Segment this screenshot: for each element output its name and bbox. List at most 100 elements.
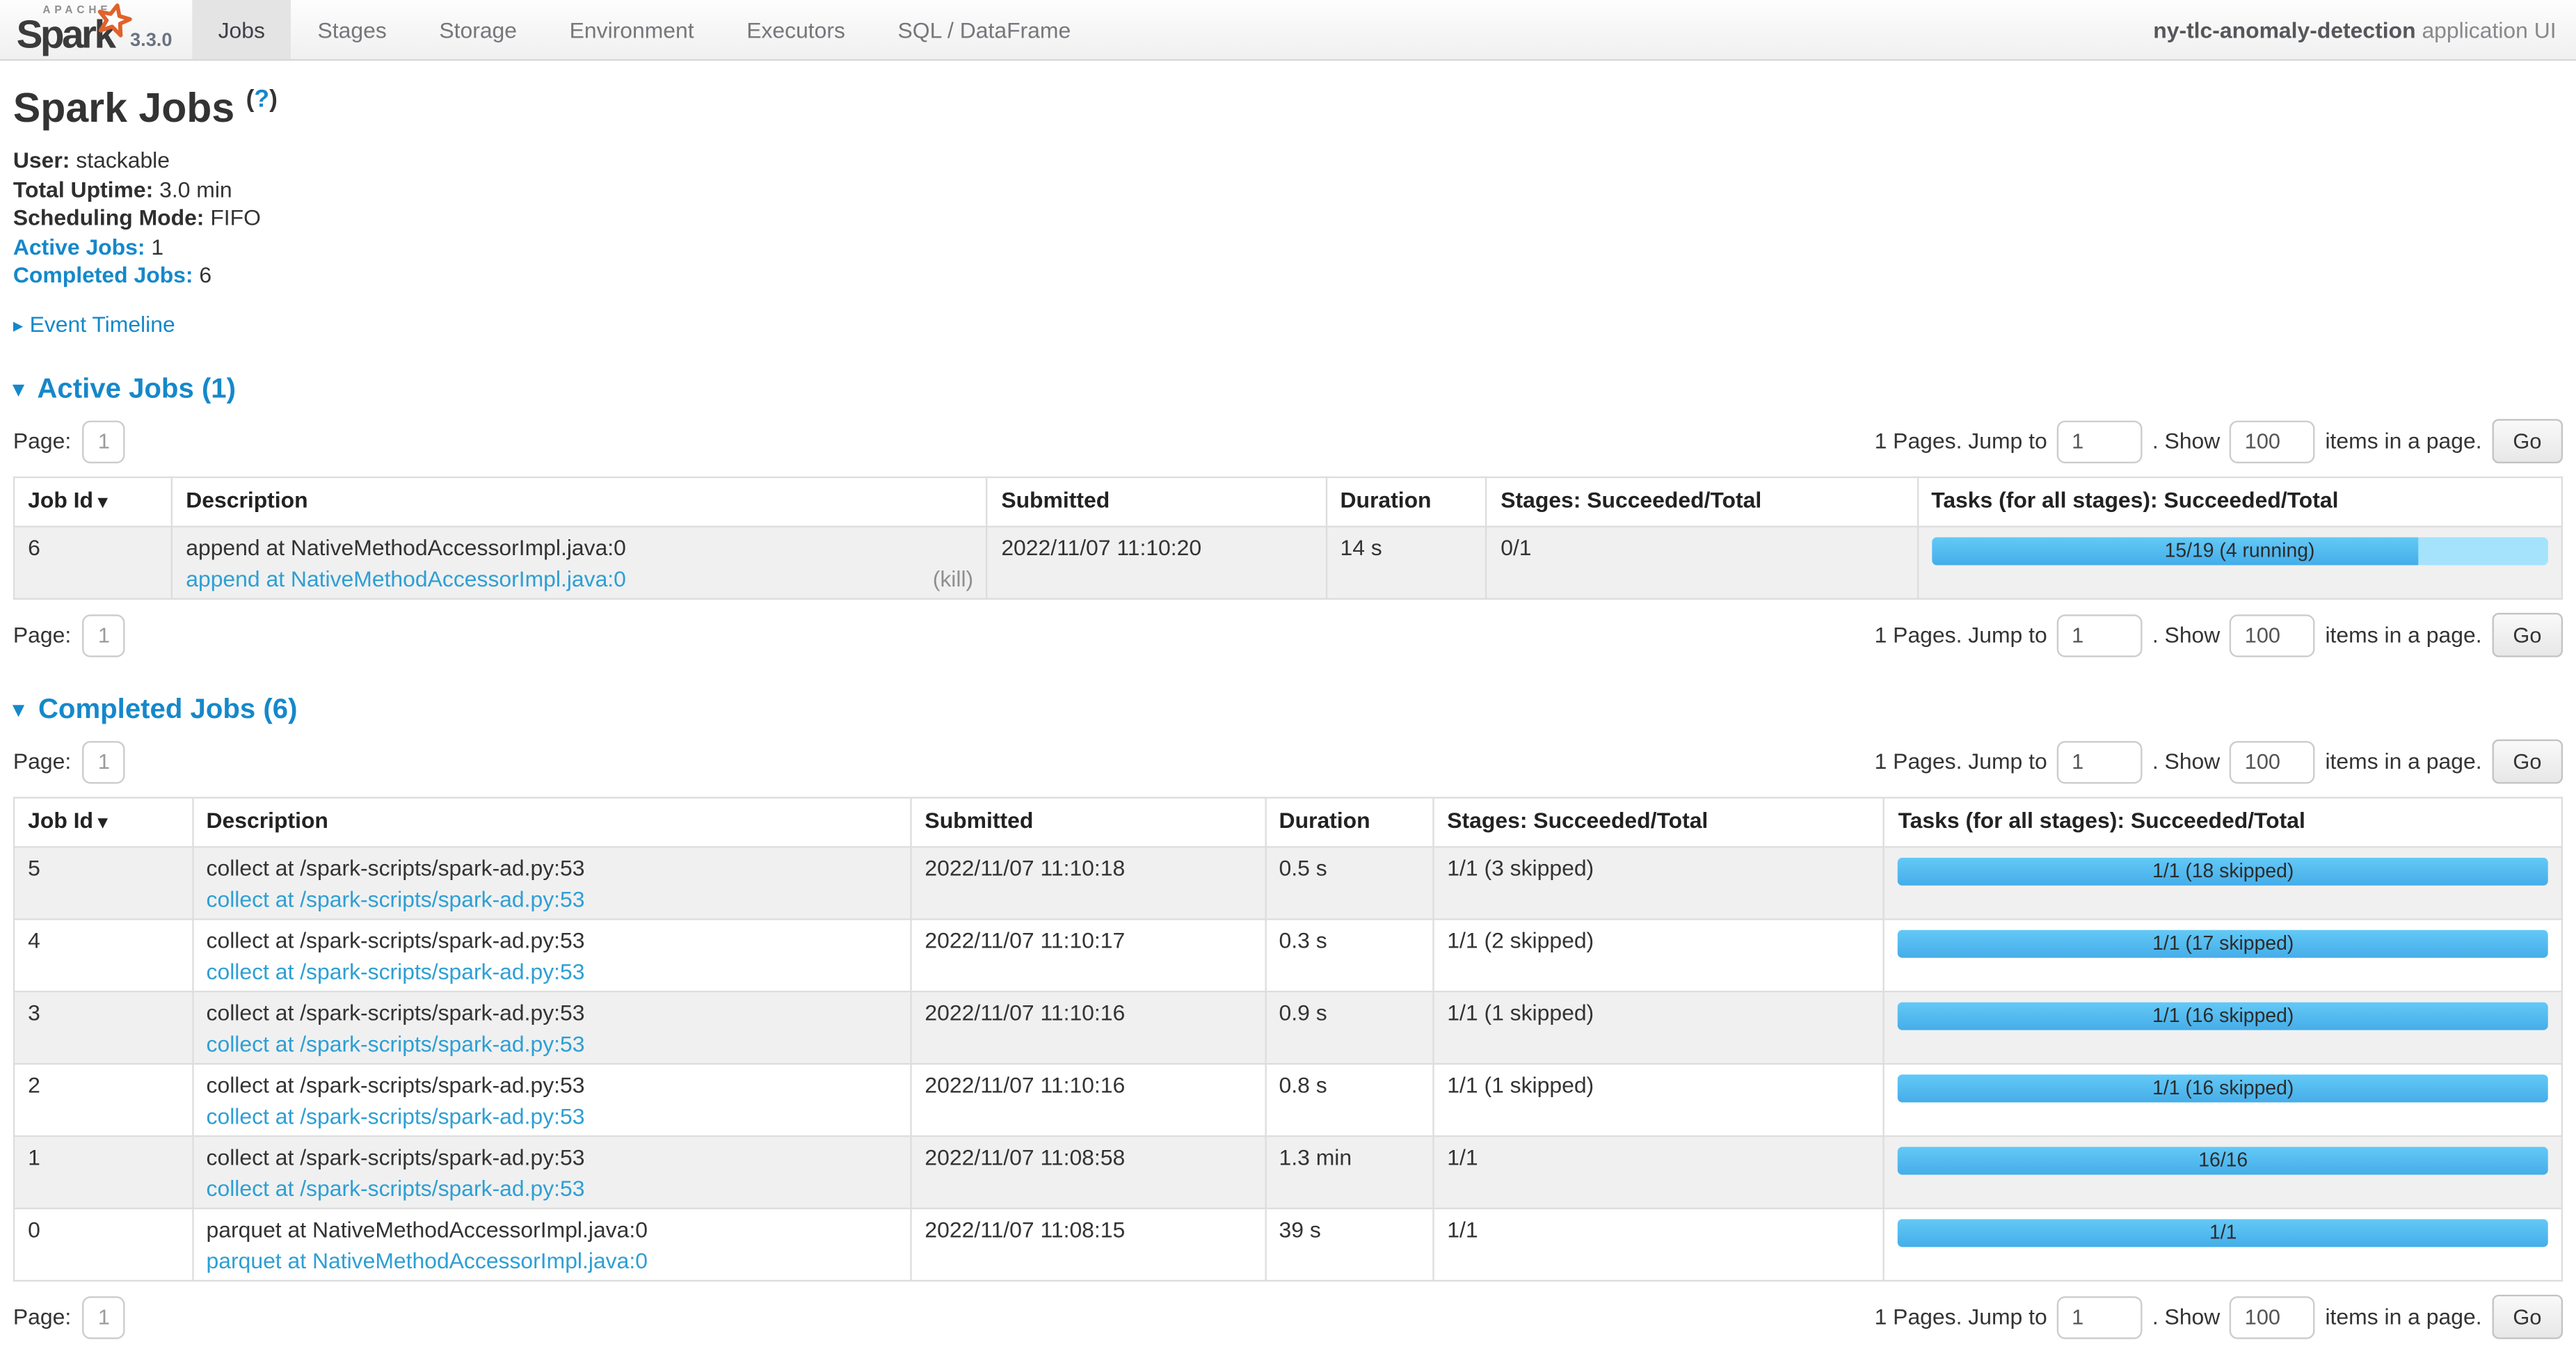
header-stages[interactable]: Stages: Succeeded/Total [1487, 477, 1917, 527]
completed-job-row: 4 collect at /spark-scripts/spark-ad.py:… [14, 919, 2562, 991]
items-per-page-input[interactable] [2230, 614, 2316, 656]
active-jobs-heading[interactable]: ▾ Active Jobs (1) [13, 373, 2563, 406]
tab-executors[interactable]: Executors [720, 0, 871, 59]
progress-label: 1/1 (18 skipped) [1898, 858, 2548, 886]
tasks-cell: 1/1 (16 skipped) [1884, 1064, 2561, 1136]
active-jobs-link[interactable]: Active Jobs: [13, 234, 145, 259]
go-button[interactable]: Go [2492, 740, 2563, 784]
page-label: Page: [13, 429, 71, 453]
page-root: APACHE Spark 3.3.0 Jobs Stages Storage E… [0, 0, 2576, 1349]
tab-environment[interactable]: Environment [543, 0, 721, 59]
summary-scheduling-mode: Scheduling Mode: FIFO [13, 205, 2563, 230]
tasks-progress-bar: 16/16 [1898, 1147, 2548, 1174]
tasks-progress-bar: 1/1 (17 skipped) [1898, 930, 2548, 958]
header-tasks[interactable]: Tasks (for all stages): Succeeded/Total [1884, 798, 2561, 847]
page-number-input[interactable] [83, 614, 125, 656]
tab-jobs[interactable]: Jobs [192, 0, 291, 59]
description-cell: collect at /spark-scripts/spark-ad.py:53… [192, 991, 911, 1064]
tasks-cell: 1/1 (18 skipped) [1884, 847, 2561, 919]
duration-cell: 0.9 s [1265, 991, 1433, 1064]
job-summary: User: stackable Total Uptime: 3.0 min Sc… [13, 148, 2563, 288]
active-job-row: 6 append at NativeMethodAccessorImpl.jav… [14, 527, 2562, 599]
tab-stages[interactable]: Stages [291, 0, 413, 59]
progress-label: 15/19 (4 running) [1931, 537, 2548, 565]
header-stages[interactable]: Stages: Succeeded/Total [1433, 798, 1884, 847]
duration-cell: 1.3 min [1265, 1136, 1433, 1208]
tasks-progress-bar: 1/1 (16 skipped) [1898, 1074, 2548, 1102]
spark-logo: APACHE Spark 3.3.0 [0, 0, 192, 59]
jump-to-input[interactable] [2057, 1295, 2143, 1338]
job-id-cell: 5 [14, 847, 192, 919]
page-number-input[interactable] [83, 420, 125, 462]
submitted-cell: 2022/11/07 11:10:16 [911, 991, 1265, 1064]
summary-active-jobs: Active Jobs: 1 [13, 234, 2563, 259]
tasks-cell: 1/1 (17 skipped) [1884, 919, 2561, 991]
go-button[interactable]: Go [2492, 1295, 2563, 1339]
job-id-cell: 3 [14, 991, 192, 1064]
progress-label: 1/1 (16 skipped) [1898, 1003, 2548, 1030]
stages-cell: 1/1 [1433, 1136, 1884, 1208]
tasks-cell: 1/1 [1884, 1208, 2561, 1281]
go-button[interactable]: Go [2492, 613, 2563, 657]
page-number-input[interactable] [83, 1295, 125, 1338]
completed-jobs-link[interactable]: Completed Jobs: [13, 263, 193, 287]
go-button[interactable]: Go [2492, 419, 2563, 463]
event-timeline-toggle[interactable]: ▸Event Timeline [13, 312, 2563, 337]
job-detail-link[interactable]: collect at /spark-scripts/spark-ad.py:53 [207, 1176, 585, 1201]
jump-to-input[interactable] [2057, 614, 2143, 656]
header-duration[interactable]: Duration [1326, 477, 1487, 527]
header-submitted[interactable]: Submitted [911, 798, 1265, 847]
spark-star-icon [94, 1, 134, 41]
tasks-progress-bar: 1/1 (16 skipped) [1898, 1003, 2548, 1030]
header-duration[interactable]: Duration [1265, 798, 1433, 847]
summary-completed-jobs: Completed Jobs: 6 [13, 263, 2563, 287]
description-cell: append at NativeMethodAccessorImpl.java:… [172, 527, 987, 599]
header-job-id[interactable]: Job Id▾ [14, 477, 172, 527]
header-description[interactable]: Description [192, 798, 911, 847]
show-text: . Show [2152, 429, 2220, 453]
job-detail-link[interactable]: append at NativeMethodAccessorImpl.java:… [186, 567, 626, 591]
duration-cell: 0.3 s [1265, 919, 1433, 991]
pages-text: 1 Pages. Jump to [1875, 623, 2047, 647]
jump-to-input[interactable] [2057, 740, 2143, 783]
items-per-page-input[interactable] [2230, 740, 2316, 783]
stages-cell: 1/1 (1 skipped) [1433, 1064, 1884, 1136]
pagination-row: Page: 1 Pages. Jump to . Show items in a… [13, 740, 2563, 784]
completed-jobs-heading[interactable]: ▾ Completed Jobs (6) [13, 694, 2563, 726]
kill-link[interactable]: (kill) [933, 567, 973, 591]
items-text: items in a page. [2325, 749, 2481, 774]
job-detail-link[interactable]: collect at /spark-scripts/spark-ad.py:53 [207, 959, 585, 984]
help-link[interactable]: ? [254, 86, 269, 113]
job-id-cell: 4 [14, 919, 192, 991]
tab-storage[interactable]: Storage [413, 0, 543, 59]
job-id-cell: 0 [14, 1208, 192, 1281]
header-description[interactable]: Description [172, 477, 987, 527]
items-per-page-input[interactable] [2230, 1295, 2316, 1338]
description-cell: collect at /spark-scripts/spark-ad.py:53… [192, 847, 911, 919]
completed-job-row: 0 parquet at NativeMethodAccessorImpl.ja… [14, 1208, 2562, 1281]
page-number-input[interactable] [83, 740, 125, 783]
tasks-progress-bar: 1/1 (18 skipped) [1898, 858, 2548, 886]
tasks-progress-bar: 1/1 [1898, 1219, 2548, 1247]
header-job-id[interactable]: Job Id▾ [14, 798, 192, 847]
job-detail-link[interactable]: collect at /spark-scripts/spark-ad.py:53 [207, 887, 585, 911]
items-text: items in a page. [2325, 1304, 2481, 1329]
progress-label: 1/1 [1898, 1219, 2548, 1247]
items-text: items in a page. [2325, 623, 2481, 647]
duration-cell: 0.5 s [1265, 847, 1433, 919]
header-tasks[interactable]: Tasks (for all stages): Succeeded/Total [1917, 477, 2562, 527]
job-id-cell: 2 [14, 1064, 192, 1136]
stages-cell: 1/1 (1 skipped) [1433, 991, 1884, 1064]
items-text: items in a page. [2325, 429, 2481, 453]
tasks-cell: 15/19 (4 running) [1917, 527, 2562, 599]
items-per-page-input[interactable] [2230, 420, 2316, 462]
header-submitted[interactable]: Submitted [987, 477, 1326, 527]
job-detail-link[interactable]: parquet at NativeMethodAccessorImpl.java… [207, 1249, 648, 1273]
progress-label: 1/1 (17 skipped) [1898, 930, 2548, 958]
tab-sql-dataframe[interactable]: SQL / DataFrame [872, 0, 1097, 59]
jump-to-input[interactable] [2057, 420, 2143, 462]
job-detail-link[interactable]: collect at /spark-scripts/spark-ad.py:53 [207, 1032, 585, 1056]
job-detail-link[interactable]: collect at /spark-scripts/spark-ad.py:53 [207, 1104, 585, 1128]
pages-text: 1 Pages. Jump to [1875, 1304, 2047, 1329]
completed-jobs-table: Job Id▾ Description Submitted Duration S… [13, 797, 2563, 1282]
